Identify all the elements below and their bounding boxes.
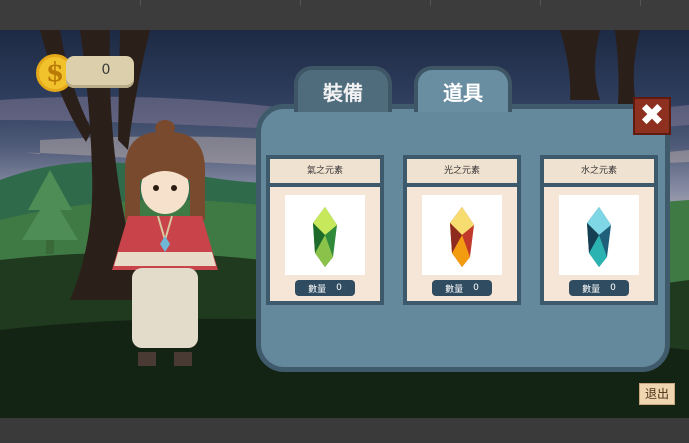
- quantity-value: 0: [473, 283, 479, 293]
- item-quantity: 數量 0: [569, 280, 629, 296]
- item-name: 光之元素: [443, 166, 480, 176]
- pants: [132, 268, 198, 348]
- quantity-label: 數量: [308, 284, 327, 295]
- right-eye: [171, 185, 177, 191]
- item-quantity: 數量 0: [432, 280, 492, 296]
- item-image: [559, 195, 639, 275]
- bottom-bar: [0, 418, 689, 443]
- item-card[interactable]: 水之元素 數量 0: [540, 155, 658, 305]
- exit-button[interactable]: 退出: [639, 383, 675, 405]
- top-bar-divider: [640, 0, 641, 6]
- item-image: [422, 195, 502, 275]
- top-bar: [0, 0, 689, 31]
- tree-branch: [118, 30, 150, 150]
- quantity-label: 數量: [582, 284, 601, 295]
- item-name: 氣之元素: [306, 166, 343, 176]
- tree-trunk-right: [560, 30, 600, 100]
- wind-element-crystal-icon: [313, 207, 337, 267]
- quantity-value: 0: [336, 283, 342, 293]
- tab-items[interactable]: 道具: [414, 66, 512, 112]
- top-bar-divider: [140, 0, 141, 6]
- item-card-body: 數量 0: [270, 187, 380, 301]
- right-boot: [174, 352, 192, 366]
- poncho-stripe: [114, 252, 216, 266]
- close-button[interactable]: ✖: [633, 97, 671, 135]
- item-image: [285, 195, 365, 275]
- quantity-label: 數量: [445, 284, 464, 295]
- left-boot: [138, 352, 156, 366]
- item-quantity: 數量 0: [295, 280, 355, 296]
- tab-equipment[interactable]: 裝備: [294, 66, 392, 112]
- item-card-header: 光之元素: [407, 159, 517, 183]
- top-bar-divider: [300, 0, 301, 6]
- top-bar-divider: [430, 0, 431, 6]
- item-name: 水之元素: [580, 166, 617, 176]
- item-card[interactable]: 氣之元素 數量 0: [266, 155, 384, 305]
- item-card[interactable]: 光之元素 數量 0: [403, 155, 521, 305]
- tree-trunk-right: [615, 30, 640, 105]
- item-card-header: 水之元素: [544, 159, 654, 183]
- quantity-value: 0: [610, 283, 616, 293]
- item-card-header: 氣之元素: [270, 159, 380, 183]
- item-card-body: 數量 0: [544, 187, 654, 301]
- top-bar-divider: [540, 0, 541, 6]
- left-eye: [153, 185, 159, 191]
- coin-count: 0: [101, 62, 111, 78]
- item-card-body: 數量 0: [407, 187, 517, 301]
- pine-trunk: [46, 240, 54, 254]
- light-element-crystal-icon: [450, 207, 474, 267]
- water-element-crystal-icon: [587, 207, 611, 267]
